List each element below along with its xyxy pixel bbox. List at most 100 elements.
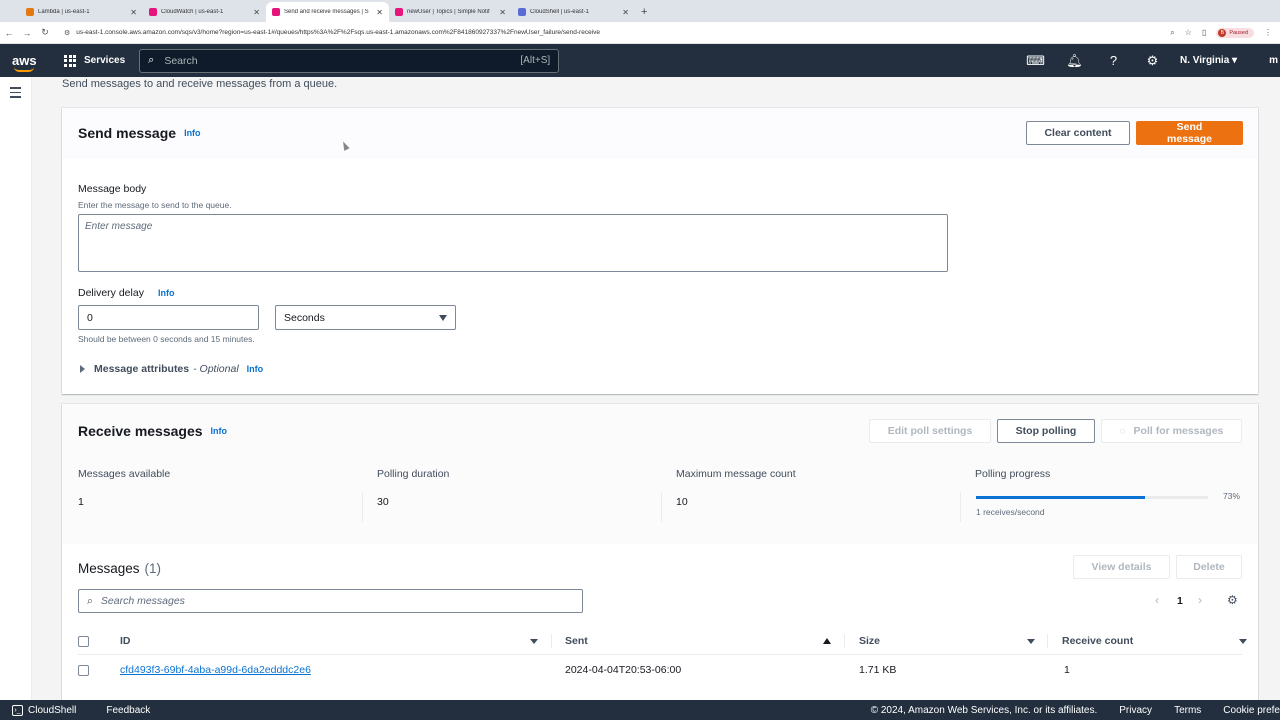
account-menu[interactable]: m (1269, 55, 1278, 66)
polling-progress-bar (976, 496, 1208, 499)
close-tab-icon[interactable]: ✕ (376, 8, 383, 17)
sidebar-icon[interactable]: ▯ (1202, 28, 1206, 37)
aws-search-input[interactable]: ⌕ Search [Alt+S] (139, 48, 560, 73)
table-preferences-gear-icon[interactable]: ⚙ (1227, 593, 1238, 607)
cloudshell-footer-label: CloudShell (28, 704, 77, 716)
cloudshell-icon[interactable]: ⌨ (1016, 53, 1055, 69)
cloudshell-footer-button[interactable]: ›_ CloudShell (12, 704, 77, 716)
help-icon[interactable]: ? (1094, 53, 1133, 68)
browser-tab-sns[interactable]: newUser | Topics | Simple Notif ✕ (389, 2, 512, 22)
messages-available-value: 1 (78, 496, 84, 508)
polling-duration-value: 30 (377, 496, 389, 508)
delivery-delay-unit-select[interactable]: Seconds (275, 305, 456, 330)
search-icon: ⌕ (148, 54, 155, 66)
edit-poll-settings-button[interactable]: Edit poll settings (869, 419, 991, 443)
close-tab-icon[interactable]: ✕ (253, 8, 260, 17)
sort-caret-icon[interactable] (1239, 639, 1247, 644)
services-grid-icon (64, 54, 76, 67)
profile-button[interactable]: B Paused (1216, 27, 1254, 38)
message-id-link[interactable]: cfd493f3-69bf-4aba-a99d-6da2edddc2e6 (120, 664, 311, 676)
message-attributes-info-link[interactable]: Info (247, 364, 264, 374)
column-header-size[interactable]: Size (859, 635, 880, 647)
delete-button[interactable]: Delete (1176, 555, 1242, 579)
sort-caret-icon[interactable] (530, 639, 538, 644)
terms-link[interactable]: Terms (1174, 705, 1201, 716)
message-body-description: Enter the message to send to the queue. (78, 200, 232, 210)
sqs-favicon-icon (272, 8, 280, 16)
close-tab-icon[interactable]: ✕ (622, 8, 629, 17)
browser-tab-strip: Lambda | us-east-1 ✕ CloudWatch | us-eas… (0, 0, 1280, 22)
close-tab-icon[interactable]: ✕ (130, 8, 137, 17)
feedback-link[interactable]: Feedback (106, 705, 150, 716)
browser-tab-sqs[interactable]: Send and receive messages | S ✕ (266, 2, 389, 22)
messages-table-container: Messages (1) View details Delete ⌕ Searc… (62, 544, 1258, 700)
view-details-button[interactable]: View details (1073, 555, 1170, 579)
hamburger-menu-icon[interactable] (10, 87, 21, 101)
previous-page-icon[interactable]: ‹ (1155, 593, 1159, 607)
settings-gear-icon[interactable]: ⚙ (1133, 53, 1172, 69)
sort-ascending-icon[interactable] (823, 638, 831, 644)
column-divider[interactable] (1047, 634, 1048, 648)
column-divider[interactable] (844, 634, 845, 648)
message-id-cell: cfd493f3-69bf-4aba-a99d-6da2edddc2e6 (120, 664, 311, 676)
max-message-count-value: 10 (676, 496, 688, 508)
region-selector[interactable]: N. Virginia ▾ (1180, 55, 1237, 66)
message-attributes-toggle[interactable]: Message attributes - Optional Info (78, 363, 263, 375)
aws-top-nav: aws Services ⌕ Search [Alt+S] ⌨ 🔔︎ ? ⚙ N… (0, 44, 1280, 77)
profile-status: Paused (1229, 29, 1248, 36)
copyright-text: © 2024, Amazon Web Services, Inc. or its… (870, 704, 1098, 716)
select-all-checkbox[interactable] (78, 636, 89, 647)
forward-icon[interactable]: → (18, 28, 36, 38)
row-select-checkbox[interactable] (78, 665, 89, 676)
main-content: Send messages to and receive messages fr… (32, 77, 1280, 700)
message-attributes-label: Message attributes (94, 363, 190, 375)
column-header-receive-count[interactable]: Receive count (1062, 635, 1133, 647)
zoom-icon[interactable]: ⌕ (1170, 28, 1174, 38)
browser-tab-cloudwatch[interactable]: CloudWatch | us-east-1 ✕ (143, 2, 266, 22)
notifications-bell-icon[interactable]: 🔔︎ (1055, 53, 1094, 69)
site-info-icon[interactable]: ⚙ (64, 29, 70, 37)
column-header-sent[interactable]: Sent (565, 635, 588, 647)
receive-messages-info-link[interactable]: Info (211, 426, 228, 436)
new-tab-icon[interactable]: + (641, 2, 647, 22)
back-icon[interactable]: ← (0, 28, 18, 38)
stop-polling-button[interactable]: Stop polling (997, 419, 1095, 443)
browser-tab-cloudshell[interactable]: CloudShell | us-east-1 ✕ (512, 2, 635, 22)
current-page-number[interactable]: 1 (1177, 595, 1183, 607)
delivery-delay-unit-value: Seconds (284, 311, 325, 324)
privacy-link[interactable]: Privacy (1119, 705, 1152, 716)
next-page-icon[interactable]: › (1198, 593, 1202, 607)
table-row[interactable]: cfd493f3-69bf-4aba-a99d-6da2edddc2e6 202… (62, 656, 1258, 684)
browser-tab-lambda[interactable]: Lambda | us-east-1 ✕ (20, 2, 143, 22)
send-message-button[interactable]: Send message (1136, 121, 1243, 145)
delivery-delay-input[interactable]: 0 (78, 305, 259, 330)
stat-divider (661, 492, 662, 522)
column-header-id[interactable]: ID (120, 635, 131, 647)
tab-title: CloudShell | us-east-1 (530, 9, 589, 15)
column-divider[interactable] (551, 634, 552, 648)
side-nav-rail (0, 77, 32, 700)
clear-content-button[interactable]: Clear content (1026, 121, 1130, 145)
tab-title: Lambda | us-east-1 (38, 9, 90, 15)
message-size-cell: 1.71 KB (859, 664, 897, 676)
services-menu-button[interactable]: Services (64, 54, 125, 67)
receive-messages-panel: Receive messages Info Edit poll settings… (62, 404, 1258, 700)
delivery-delay-label: Delivery delay (78, 287, 144, 299)
search-messages-input[interactable]: ⌕ Search messages (78, 589, 583, 613)
tab-title: newUser | Topics | Simple Notif (407, 9, 490, 15)
bookmark-star-icon[interactable]: ☆ (1185, 28, 1192, 37)
close-tab-icon[interactable]: ✕ (499, 8, 506, 17)
aws-logo[interactable]: aws (12, 54, 40, 72)
cookie-preferences-link[interactable]: Cookie prefe (1223, 705, 1280, 716)
poll-for-messages-button[interactable]: ◌ Poll for messages (1101, 419, 1242, 443)
sns-favicon-icon (395, 8, 403, 16)
url-field[interactable]: ⚙ us-east-1.console.aws.amazon.com/sqs/v… (64, 29, 1170, 37)
message-body-textarea[interactable]: Enter message (78, 214, 948, 272)
profile-avatar: B (1218, 28, 1227, 37)
reload-icon[interactable]: ↻ (36, 27, 54, 38)
delivery-delay-info-link[interactable]: Info (158, 288, 175, 298)
tab-title: Send and receive messages | S (284, 9, 369, 15)
sort-caret-icon[interactable] (1027, 639, 1035, 644)
browser-menu-icon[interactable]: ⋮ (1264, 28, 1272, 37)
send-message-info-link[interactable]: Info (184, 128, 201, 138)
